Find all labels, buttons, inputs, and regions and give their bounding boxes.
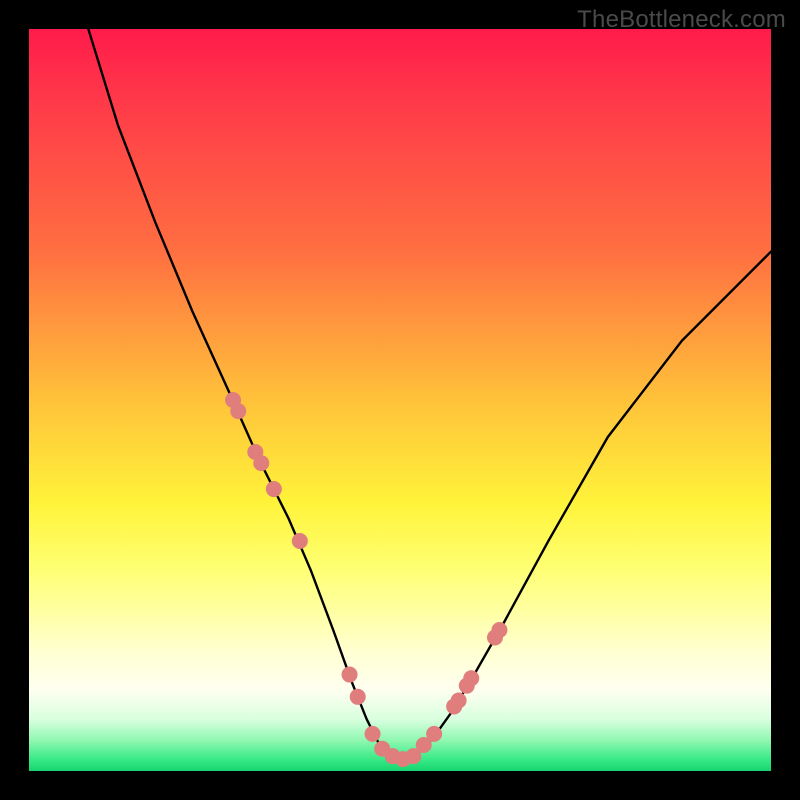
chart-stage: TheBottleneck.com <box>0 0 800 800</box>
watermark-text: TheBottleneck.com <box>577 6 786 34</box>
marker-point <box>463 670 479 686</box>
marker-point <box>451 693 467 709</box>
bottleneck-curve <box>88 29 771 760</box>
plot-area <box>29 29 771 771</box>
marker-point <box>266 481 282 497</box>
marker-point <box>292 533 308 549</box>
marker-point <box>350 689 366 705</box>
marker-point <box>426 726 442 742</box>
marker-point <box>491 622 507 638</box>
marker-point <box>342 667 358 683</box>
curve-layer <box>29 29 771 771</box>
marker-point <box>365 726 381 742</box>
marker-group <box>225 392 507 767</box>
marker-point <box>230 403 246 419</box>
marker-point <box>253 455 269 471</box>
